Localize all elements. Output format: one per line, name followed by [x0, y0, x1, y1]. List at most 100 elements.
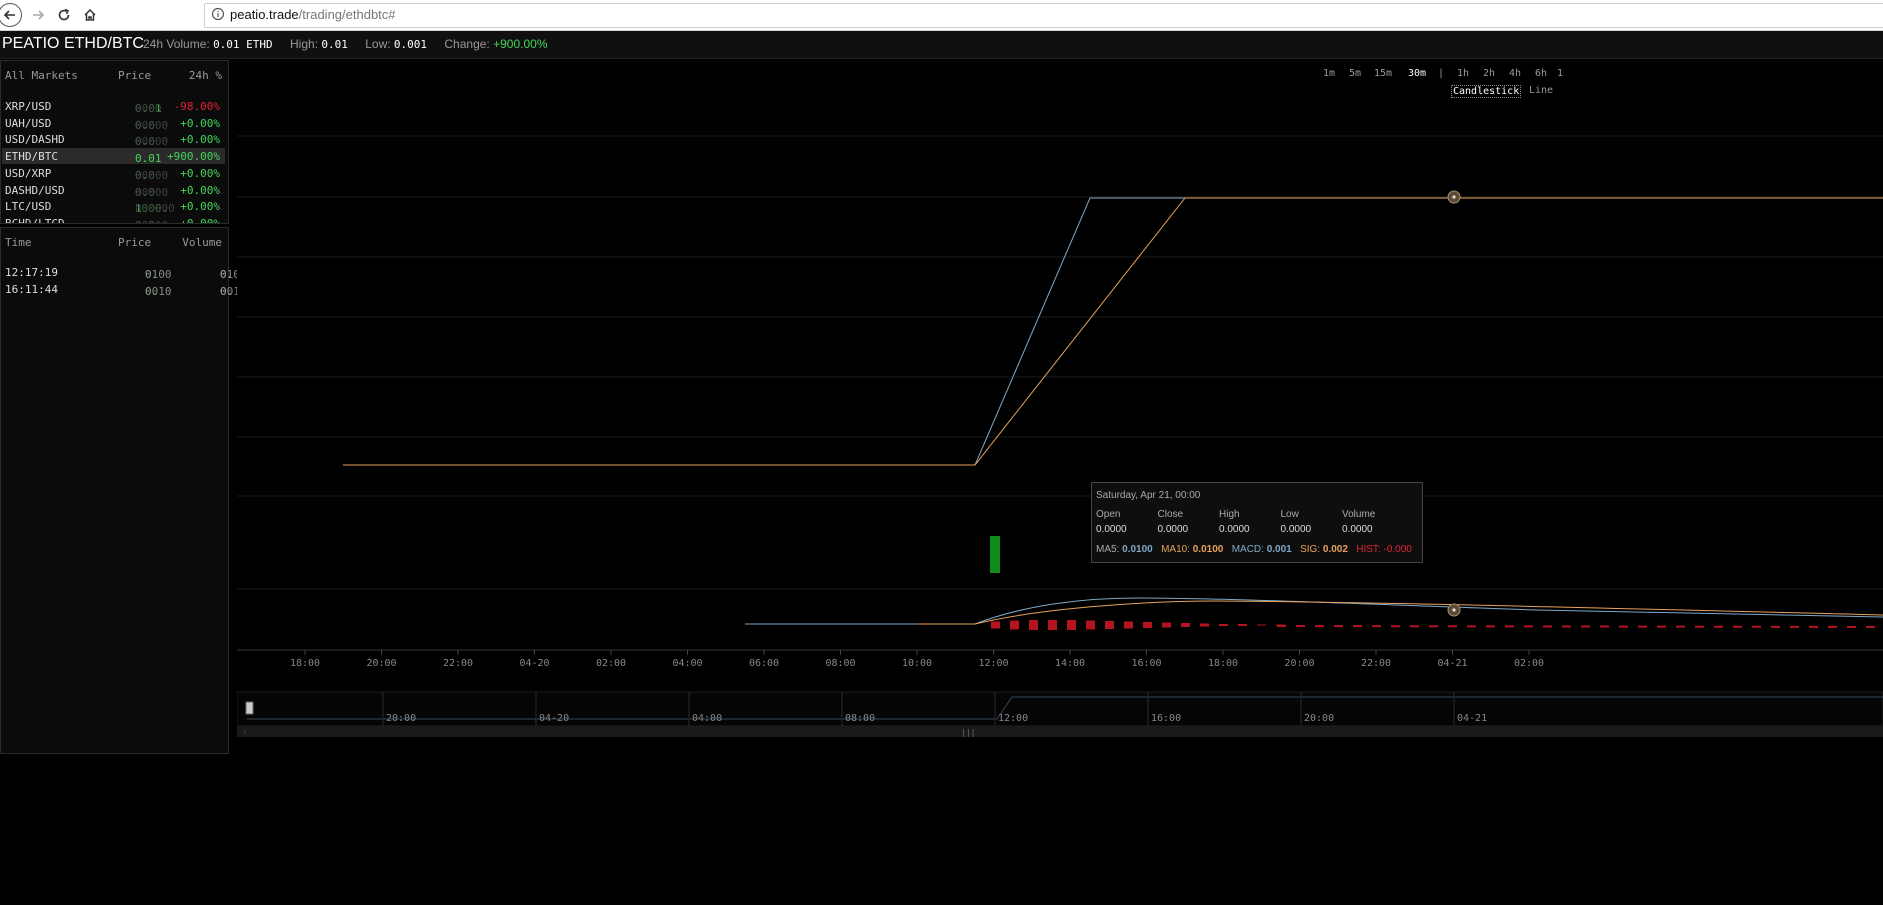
tooltip-hist-label: HIST: [1356, 544, 1381, 555]
market-pair: LTC/USD [5, 200, 52, 214]
trade-price-rest: 0010 [145, 285, 172, 298]
x-axis-tick-label: 08:00 [825, 658, 855, 669]
trades-panel: Time Price Volume 12:17:19 0. 0100 0. 0100 16… [0, 227, 247, 754]
market-title: PEATIO ETHD/BTC [2, 35, 144, 52]
x-axis-tick-label: 20:00 [1284, 658, 1314, 669]
market-change: +0.00% [180, 116, 220, 130]
tooltip-col-value: 0.0000 [1280, 524, 1312, 535]
market-row[interactable]: USD/DASHD 0.0 00000 +0.00% [2, 131, 225, 148]
tooltip-macd-value: 0.001 [1266, 544, 1292, 555]
change-value: +900.00% [493, 37, 548, 51]
tooltip-col-value: 0.0000 [1219, 524, 1250, 535]
market-change: +0.00% [180, 166, 220, 180]
market-pair: DASHD/USD [5, 183, 65, 197]
market-row[interactable]: USD/XRP 0.0 00000 +0.00% [2, 165, 225, 182]
histogram-bar [1048, 620, 1057, 630]
trade-price-rest: 0100 [145, 268, 172, 281]
scrollbar-grip-icon[interactable]: ||| [961, 728, 975, 737]
forward-button[interactable] [26, 3, 50, 27]
navigator-handle-left[interactable] [245, 701, 254, 715]
market-row[interactable]: XRP/USD 0.01 0000 -98.00% [2, 98, 225, 115]
market-price-padding: 000000 [135, 202, 175, 216]
market-price-padding: 00000 [135, 219, 168, 223]
price-chart[interactable]: 1m 5m 15m 30m | 1h 2h 4h 6h 1 Candlestick Line 18: [237, 59, 1883, 905]
high-label: High: [290, 37, 319, 51]
x-axis-ticks: 18:00 20:00 22:00 04-20 02:00 04:00 06:00 08:00… [290, 650, 1544, 669]
back-button[interactable] [0, 3, 22, 27]
histogram-bar [1067, 620, 1076, 630]
scroll-left-arrow-icon[interactable]: ‹ [242, 728, 247, 738]
market-price-padding: 00000 [135, 185, 169, 199]
tooltip-col-label: Low [1280, 509, 1299, 520]
navigator-tick-label: 16:00 [1151, 713, 1181, 724]
url-text[interactable]: peatio.trade/trading/ethdbtc# [230, 7, 396, 22]
markets-header-change: 24h % [188, 69, 222, 82]
markets-header-price: Price [118, 69, 152, 82]
x-axis-tick-label: 04-21 [1437, 658, 1467, 669]
tooltip-col-label: Open [1096, 509, 1121, 520]
address-bar[interactable]: peatio.trade/trading/ethdbtc# [204, 3, 1883, 28]
market-change: +900.00% [167, 150, 220, 164]
histogram-bar [1143, 622, 1152, 628]
tooltip-ma10-label: MA10: [1161, 544, 1190, 555]
volume-label: 24h Volume: [143, 37, 210, 51]
market-price-padding: 00000 [135, 168, 169, 182]
tooltip-indicators: MA5: 0.0100 MA10: 0.0100 MACD: 0.001 SIG… [1096, 544, 1412, 555]
market-change: -98.00% [173, 100, 220, 113]
chart-canvas[interactable]: 18:00 20:00 22:00 04-20 02:00 04:00 06:00 08:00… [237, 59, 1883, 905]
trade-time: 12:17:19 [5, 266, 58, 279]
navigator-tick-label: 04:00 [692, 713, 722, 724]
url-host: peatio.trade [230, 7, 299, 22]
tooltip-date: Saturday, Apr 21, 00:00 [1096, 490, 1201, 501]
home-button[interactable] [78, 3, 102, 27]
markets-panel: All Markets Price 24h % XRP/USD 0.01 0000-… [0, 60, 229, 224]
histogram-bar [1257, 624, 1266, 626]
price-crosshair-dot [1452, 195, 1456, 199]
histogram-bar [1086, 620, 1095, 630]
histogram-bar [1124, 621, 1133, 629]
trades-header-time: Time [5, 236, 32, 249]
x-axis-tick-label: 12:00 [978, 658, 1008, 669]
macd-histogram [991, 620, 1883, 630]
market-pair: BCHD/LTCD [5, 216, 65, 224]
histogram-bar [1238, 624, 1247, 626]
volume-value: 0.01 ETHD [213, 38, 273, 51]
market-row[interactable]: BCHD/LTCD0.000000+0.00% [2, 215, 225, 224]
markets-header-name: All Markets [5, 69, 78, 82]
market-change: +0.00% [180, 200, 220, 214]
market-row[interactable]: UAH/USD 0.0 00000 +0.00% [2, 115, 225, 132]
histogram-bar [1162, 622, 1171, 628]
histogram-tail [1276, 625, 1883, 628]
histogram-bar [1181, 623, 1190, 627]
market-row[interactable]: ETHD/BTC 0.01 +900.00% [2, 148, 225, 165]
market-price-padding: 0000 [135, 102, 162, 115]
market-ticker-header: PEATIO ETHD/BTC 24h Volume: 0.01 ETHD Hi… [0, 31, 1883, 59]
browser-toolbar: peatio.trade/trading/ethdbtc# [0, 0, 1883, 31]
market-change: +0.00% [180, 183, 220, 197]
navigator-scrollbar[interactable] [237, 726, 1883, 737]
x-axis-tick-label: 02:00 [596, 658, 626, 669]
url-path: /trading/ethdbtc# [298, 7, 396, 22]
market-change: +0.00% [180, 216, 220, 224]
navigator[interactable]: 20:00 04-20 04:00 08:00 12:00 16:00 20:00 04-21… [237, 691, 1883, 738]
grid-lines [237, 135, 1883, 590]
forward-arrow-icon [33, 10, 45, 20]
tooltip-ma5-value: 0.0100 [1122, 544, 1153, 555]
histogram-bar [1105, 621, 1114, 629]
tooltip-col-value: 0.0000 [1096, 524, 1127, 535]
navigator-tick-label: 04-21 [1457, 713, 1487, 724]
histogram-bar [1200, 623, 1209, 627]
ma5-price-line [343, 197, 1883, 466]
back-arrow-icon [3, 10, 15, 20]
x-axis-tick-label: 14:00 [1055, 658, 1085, 669]
market-stats: 24h Volume: 0.01 ETHD High: 0.01 Low: 0.… [143, 37, 548, 51]
reload-button[interactable] [52, 3, 76, 27]
trades-header-volume: Volume [182, 236, 222, 249]
navigator-tick-label: 20:00 [386, 713, 416, 724]
market-row[interactable]: DASHD/USD 0.0 00000 +0.00% [2, 182, 225, 199]
info-icon[interactable] [211, 7, 225, 21]
histogram-bar [1219, 624, 1228, 626]
tooltip-sig-value: 0.002 [1322, 544, 1348, 555]
x-axis-tick-label: 16:00 [1131, 658, 1161, 669]
market-row[interactable]: LTC/USD 1000. 000000 +0.00% [2, 198, 225, 216]
